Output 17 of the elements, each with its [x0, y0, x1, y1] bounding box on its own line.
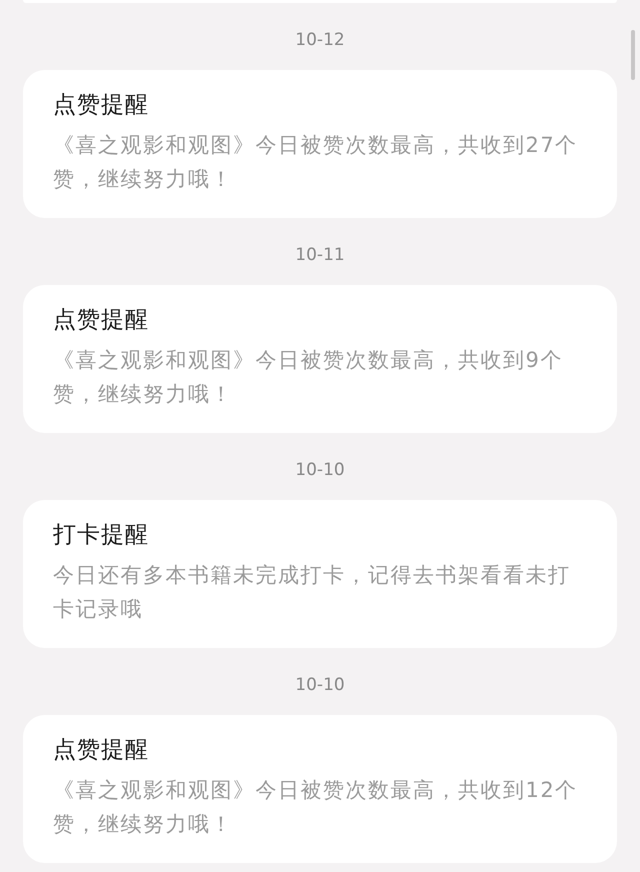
date-label: 10-10: [294, 459, 346, 480]
notification-text: 《喜之观影和观图》今日被赞次数最高，共收到9个赞，继续努力哦！: [53, 347, 564, 408]
notification-title: 打卡提醒: [53, 521, 150, 550]
notification-text: 《喜之观影和观图》今日被赞次数最高，共收到27个赞，继续努力哦！: [53, 132, 579, 193]
notification-text: 《喜之观影和观图》今日被赞次数最高，共收到12个赞，继续努力哦！: [53, 777, 579, 838]
notification-title: 点赞提醒: [53, 91, 150, 120]
date-label: 10-10: [294, 674, 346, 695]
notification-card[interactable]: 打卡提醒 今日还有多本书籍未完成打卡，记得去书架看看未打卡记录哦: [23, 500, 617, 648]
notification-text: 今日还有多本书籍未完成打卡，记得去书架看看未打卡记录哦: [53, 562, 572, 623]
notification-card[interactable]: 点赞提醒 《喜之观影和观图》今日被赞次数最高，共收到9个赞，继续努力哦！: [23, 285, 617, 433]
notification-card[interactable]: 点赞提醒 《喜之观影和观图》今日被赞次数最高，共收到12个赞，继续努力哦！: [23, 715, 617, 863]
date-label: 10-11: [294, 244, 346, 265]
date-label: 10-12: [294, 29, 346, 50]
scrollbar: [631, 30, 635, 80]
notification-card[interactable]: 点赞提醒 《喜之观影和观图》今日被赞次数最高，共收到27个赞，继续努力哦！: [23, 70, 617, 218]
notification-title: 点赞提醒: [53, 306, 150, 335]
notification-title: 点赞提醒: [53, 736, 150, 765]
